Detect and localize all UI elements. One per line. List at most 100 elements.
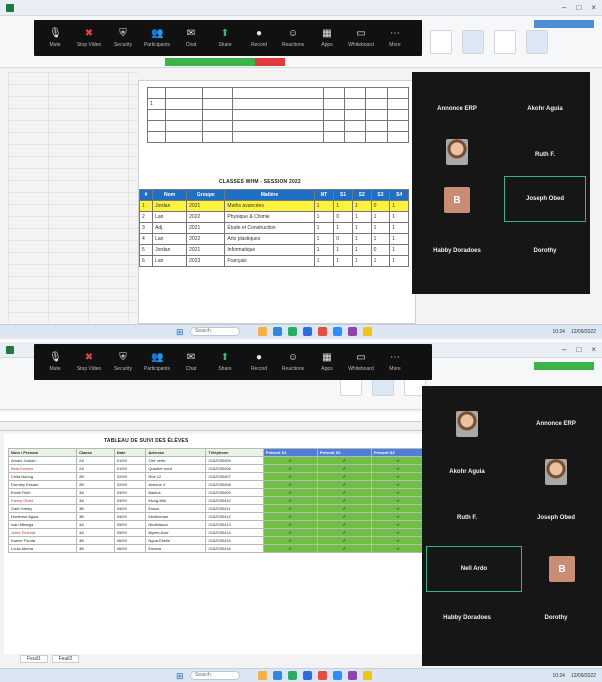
attendance-check-cell[interactable]: ✓ (370, 488, 427, 497)
attendance-check-cell[interactable]: ✓ (370, 520, 427, 529)
table-cell[interactable]: Avenue 4 (145, 480, 207, 489)
file-explorer-icon[interactable] (258, 327, 267, 336)
column-header[interactable]: Nom / Prénom (7, 448, 78, 457)
attendance-check-cell[interactable]: ✓ (370, 464, 427, 473)
maximize-icon[interactable]: □ (576, 3, 581, 12)
more-button[interactable]: ⋯ More (380, 352, 410, 372)
ribbon-button[interactable] (494, 30, 516, 54)
share-button[interactable]: ⬆ Share (210, 352, 240, 372)
formula-bar[interactable] (0, 412, 430, 422)
minimize-icon[interactable]: – (562, 345, 566, 354)
stop-share-button[interactable] (255, 58, 285, 66)
participant-tile[interactable]: Joseph Obed (514, 498, 598, 538)
close-icon[interactable]: × (591, 3, 596, 12)
attendance-check-cell[interactable]: ✓ (370, 456, 427, 465)
record-button[interactable]: ● Record (244, 28, 274, 48)
attendance-check-cell[interactable]: ✓ (316, 504, 372, 513)
participant-tile[interactable]: B (526, 546, 598, 592)
table-cell[interactable]: Hortense Aguia (7, 512, 78, 521)
file-explorer-icon[interactable] (258, 671, 267, 680)
attendance-check-cell[interactable]: ✓ (370, 496, 427, 505)
table-cell[interactable]: 3B (76, 504, 115, 513)
app-icon-red[interactable] (318, 671, 327, 680)
table-cell[interactable]: Emana (145, 544, 207, 553)
app-icon-red[interactable] (318, 327, 327, 336)
table-cell[interactable]: 02/09 (113, 472, 147, 481)
column-header[interactable]: Adresse (145, 448, 207, 457)
security-button[interactable]: ⛨ Security (108, 352, 138, 372)
attendance-check-cell[interactable]: ✓ (316, 496, 372, 505)
participant-tile[interactable]: Akohr Aguia (426, 452, 508, 492)
attendance-check-cell[interactable]: ✓ (316, 480, 372, 489)
attendance-check-cell[interactable]: ✓ (316, 472, 372, 481)
table-cell[interactable]: Karine Fouda (7, 536, 78, 545)
taskbar-search[interactable]: Search (190, 671, 240, 680)
participant-tile[interactable]: B (416, 178, 498, 222)
table-cell[interactable]: 0102030409 (205, 488, 264, 497)
participants-button[interactable]: 👥 Participants (142, 28, 172, 48)
table-cell[interactable]: Jules Tchinda (7, 528, 78, 537)
attendance-check-cell[interactable]: ✓ (316, 456, 372, 465)
table-cell[interactable]: 04/09 (113, 512, 147, 521)
participant-tile[interactable]: Annonce ERP (416, 92, 498, 126)
table-cell[interactable]: Ivan Mbarga (7, 520, 78, 529)
participant-tile[interactable]: Ruth F. (504, 138, 586, 172)
participant-tile[interactable] (426, 402, 508, 446)
table-cell[interactable]: 05/09 (113, 528, 147, 537)
attendance-check-cell[interactable]: ✓ (262, 472, 318, 481)
table-cell[interactable]: 0102030407 (205, 472, 264, 481)
participant-tile[interactable]: Joseph Obed (504, 176, 586, 222)
apps-button[interactable]: ▦ Apps (312, 352, 342, 372)
participant-tile[interactable]: Akohr Aguia (504, 92, 586, 126)
column-header[interactable]: Classe (76, 448, 115, 457)
table-cell[interactable]: 03/09 (113, 496, 147, 505)
video-button[interactable]: ✖ Stop Video (74, 28, 104, 48)
participants-button[interactable]: 👥 Participants (142, 352, 172, 372)
attendance-check-cell[interactable]: ✓ (370, 480, 427, 489)
mute-button[interactable]: 🎙 Mute (40, 28, 70, 48)
table-cell[interactable]: 01/09 (113, 464, 147, 473)
taskbar-search[interactable]: Search (190, 327, 240, 336)
table-cell[interactable]: Nkolbisson (145, 520, 207, 529)
participant-tile[interactable]: Annonce ERP (514, 402, 598, 446)
windows-start-icon[interactable]: ⊞ (176, 327, 186, 337)
table-cell[interactable]: 2A (76, 456, 115, 465)
table-cell[interactable]: 0102030414 (205, 528, 264, 537)
participant-tile[interactable]: Dorothy (514, 598, 598, 638)
video-button[interactable]: ✖ Stop Video (74, 352, 104, 372)
zoom-icon[interactable] (333, 671, 342, 680)
attendance-check-cell[interactable]: ✓ (262, 528, 318, 537)
table-cell[interactable]: 2B (76, 480, 115, 489)
table-cell[interactable]: Louis Abena (7, 544, 78, 553)
table-cell[interactable]: 04/09 (113, 504, 147, 513)
table-cell[interactable]: Bastos (145, 488, 207, 497)
table-cell[interactable]: Quartier nord (145, 464, 207, 473)
column-header[interactable]: Téléphone (205, 448, 264, 457)
table-cell[interactable]: 01/09 (113, 456, 147, 465)
table-cell[interactable]: 4A (76, 520, 115, 529)
ribbon-button[interactable] (526, 30, 548, 54)
table-cell[interactable]: Rue 12 (145, 472, 207, 481)
zoom-icon[interactable] (333, 327, 342, 336)
table-cell[interactable]: 0102030408 (205, 480, 264, 489)
table-cell[interactable]: Ngoa-Ekelle (145, 536, 207, 545)
attendance-check-cell[interactable]: ✓ (316, 536, 372, 545)
table-cell[interactable]: Fanny Obed (7, 496, 78, 505)
table-cell[interactable]: Dorothy Essam (7, 480, 78, 489)
mute-button[interactable]: 🎙 Mute (40, 352, 70, 372)
attendance-check-cell[interactable]: ✓ (370, 512, 427, 521)
attendance-check-cell[interactable]: ✓ (316, 528, 372, 537)
table-cell[interactable]: Amani Jordan (7, 456, 78, 465)
table-cell[interactable]: Mimboman (145, 512, 207, 521)
participant-tile[interactable]: Dorothy (504, 232, 586, 270)
table-cell[interactable]: Mvog-Mbi (145, 496, 207, 505)
word-icon[interactable] (303, 671, 312, 680)
participant-tile[interactable]: Habby Doradoes (416, 232, 498, 270)
column-header[interactable]: Présent S3 (370, 448, 427, 457)
table-cell[interactable]: 0102030406 (205, 464, 264, 473)
table-cell[interactable]: 4A (76, 528, 115, 537)
attendance-check-cell[interactable]: ✓ (370, 536, 427, 545)
minimize-icon[interactable]: – (562, 3, 566, 12)
participant-tile[interactable]: Ruth F. (426, 498, 508, 538)
app-icon-yellow[interactable] (363, 327, 372, 336)
